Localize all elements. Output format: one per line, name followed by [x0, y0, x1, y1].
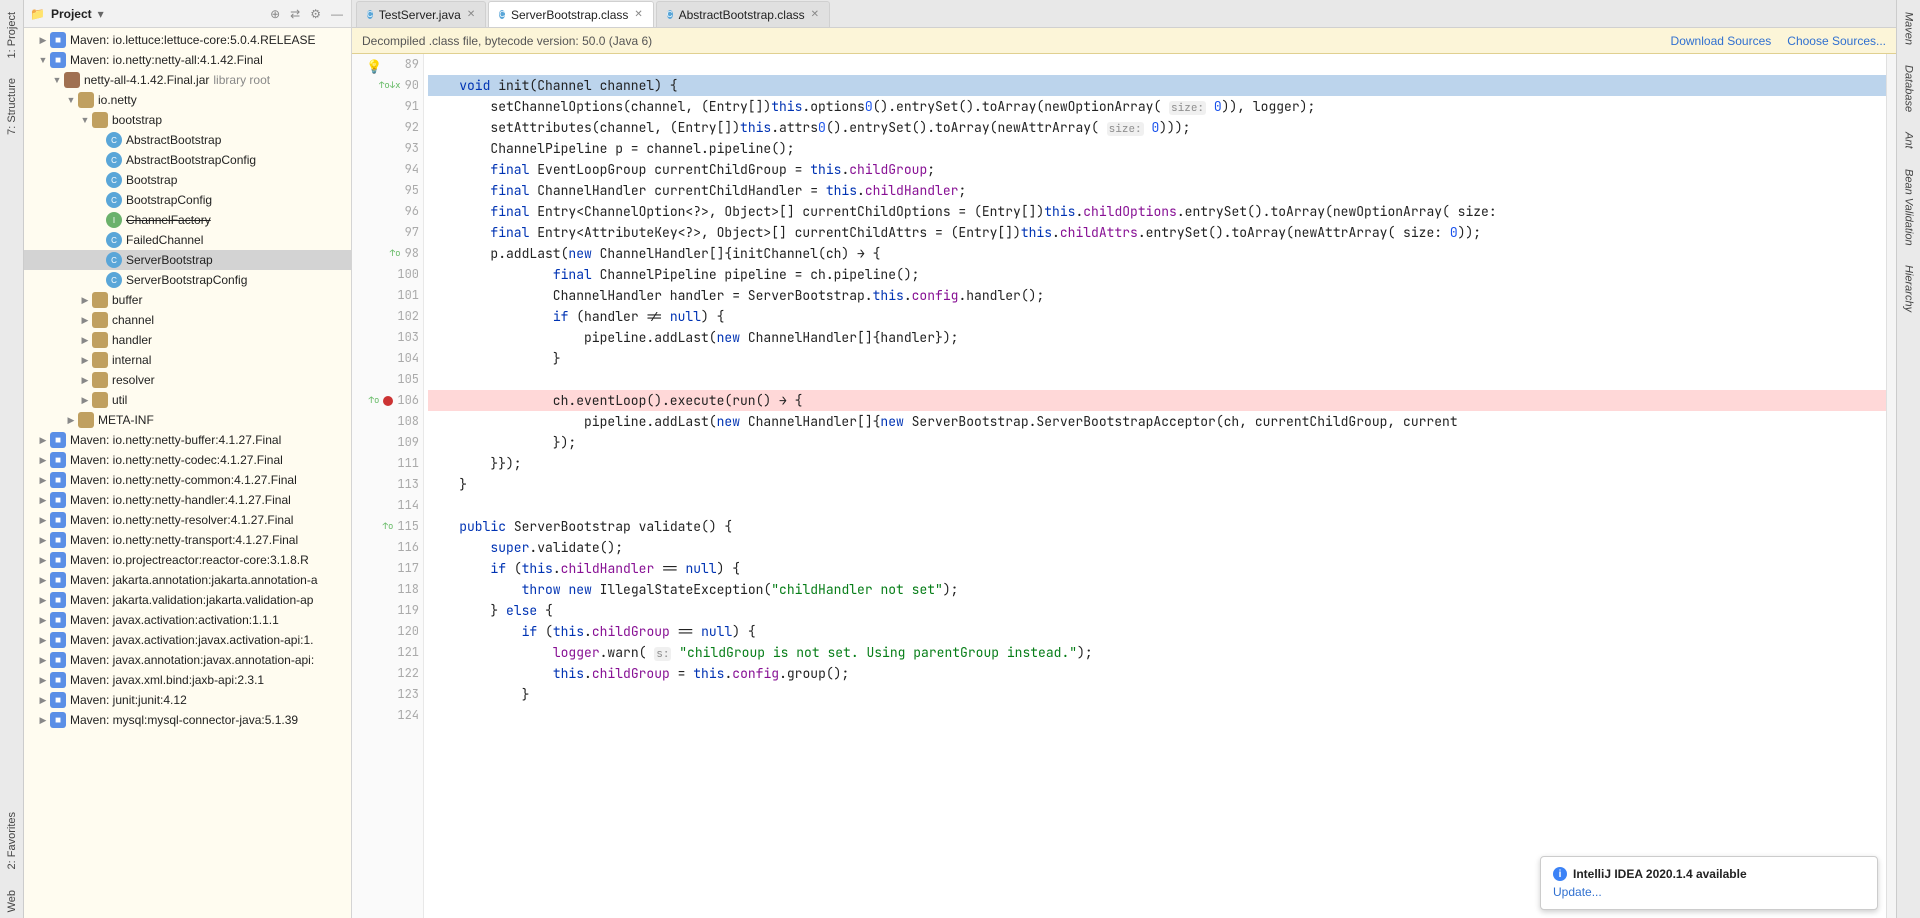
- project-dropdown-icon[interactable]: ▾: [98, 7, 104, 21]
- tree-item[interactable]: ▶■Maven: javax.xml.bind:jaxb-api:2.3.1: [24, 670, 351, 690]
- tree-item[interactable]: ▶internal: [24, 350, 351, 370]
- editor: CTestServer.java✕CServerBootstrap.class✕…: [352, 0, 1896, 918]
- left-tool-rail: 1: Project 7: Structure 2: Favorites Web: [0, 0, 24, 918]
- tree-item[interactable]: ▶■Maven: io.netty:netty-common:4.1.27.Fi…: [24, 470, 351, 490]
- project-folder-icon: 📁: [30, 7, 45, 21]
- tree-item[interactable]: CBootstrap: [24, 170, 351, 190]
- update-link[interactable]: Update...: [1553, 885, 1602, 899]
- tool-hierarchy[interactable]: Hierarchy: [1903, 259, 1915, 318]
- tree-item[interactable]: ▶channel: [24, 310, 351, 330]
- editor-tab[interactable]: CServerBootstrap.class✕: [488, 1, 654, 27]
- download-sources-link[interactable]: Download Sources: [1671, 34, 1772, 48]
- tree-item[interactable]: ▼netty-all-4.1.42.Final.jar library root: [24, 70, 351, 90]
- tool-maven[interactable]: Maven: [1903, 6, 1915, 51]
- tree-item[interactable]: CFailedChannel: [24, 230, 351, 250]
- tree-item[interactable]: ▶■Maven: io.netty:netty-codec:4.1.27.Fin…: [24, 450, 351, 470]
- editor-tab[interactable]: CTestServer.java✕: [356, 1, 486, 27]
- project-title: Project: [51, 7, 92, 21]
- tree-item[interactable]: CAbstractBootstrapConfig: [24, 150, 351, 170]
- tree-item[interactable]: ▶resolver: [24, 370, 351, 390]
- mini-map[interactable]: [1886, 54, 1896, 918]
- tree-item[interactable]: ▶■Maven: javax.annotation:javax.annotati…: [24, 650, 351, 670]
- tool-project[interactable]: 1: Project: [6, 6, 18, 64]
- tree-item[interactable]: ▶■Maven: jakarta.validation:jakarta.vali…: [24, 590, 351, 610]
- tree-item[interactable]: CServerBootstrapConfig: [24, 270, 351, 290]
- tree-item[interactable]: ▶■Maven: io.lettuce:lettuce-core:5.0.4.R…: [24, 30, 351, 50]
- tree-item[interactable]: ▶■Maven: jakarta.annotation:jakarta.anno…: [24, 570, 351, 590]
- tree-item[interactable]: CBootstrapConfig: [24, 190, 351, 210]
- gear-icon[interactable]: ⚙: [308, 5, 323, 23]
- tool-bean-validation[interactable]: Bean Validation: [1903, 163, 1915, 252]
- close-icon[interactable]: ✕: [634, 9, 642, 20]
- project-header: 📁 Project ▾ ⊕ ⇄ ⚙ —: [24, 0, 351, 28]
- notif-title: IntelliJ IDEA 2020.1.4 available: [1573, 867, 1747, 881]
- tree-item[interactable]: IChannelFactory: [24, 210, 351, 230]
- breakpoint-icon[interactable]: [383, 396, 393, 406]
- tree-item[interactable]: CAbstractBootstrap: [24, 130, 351, 150]
- gutter[interactable]: 89↑o↓x9091929394959697↑o9810010110210310…: [352, 54, 424, 918]
- project-tree[interactable]: ▶■Maven: io.lettuce:lettuce-core:5.0.4.R…: [24, 28, 351, 918]
- decompiled-banner: Decompiled .class file, bytecode version…: [352, 28, 1896, 54]
- tree-item[interactable]: ▶■Maven: javax.activation:javax.activati…: [24, 630, 351, 650]
- tree-item[interactable]: ▶■Maven: io.netty:netty-buffer:4.1.27.Fi…: [24, 430, 351, 450]
- tree-item[interactable]: ▶■Maven: io.netty:netty-resolver:4.1.27.…: [24, 510, 351, 530]
- tree-item[interactable]: ▼■Maven: io.netty:netty-all:4.1.42.Final: [24, 50, 351, 70]
- tool-structure[interactable]: 7: Structure: [6, 72, 18, 141]
- banner-text: Decompiled .class file, bytecode version…: [362, 34, 652, 48]
- tool-database[interactable]: Database: [1903, 59, 1915, 118]
- tree-item[interactable]: ▶■Maven: junit:junit:4.12: [24, 690, 351, 710]
- tree-item[interactable]: ▶■Maven: mysql:mysql-connector-java:5.1.…: [24, 710, 351, 730]
- tree-item[interactable]: ▶META-INF: [24, 410, 351, 430]
- tree-item[interactable]: ▼bootstrap: [24, 110, 351, 130]
- close-icon[interactable]: ✕: [811, 9, 819, 20]
- tree-item[interactable]: ▶■Maven: javax.activation:activation:1.1…: [24, 610, 351, 630]
- code-content[interactable]: 💡 void init(Channel channel) { setChanne…: [424, 54, 1886, 918]
- tree-item[interactable]: ▶handler: [24, 330, 351, 350]
- choose-sources-link[interactable]: Choose Sources...: [1787, 34, 1886, 48]
- editor-tab[interactable]: CAbstractBootstrap.class✕: [656, 1, 830, 27]
- tree-item[interactable]: ▶buffer: [24, 290, 351, 310]
- tool-favorites[interactable]: 2: Favorites: [6, 806, 18, 875]
- tool-ant[interactable]: Ant: [1903, 126, 1915, 155]
- close-icon[interactable]: ✕: [467, 9, 475, 20]
- tool-web[interactable]: Web: [6, 884, 18, 918]
- tree-item[interactable]: CServerBootstrap: [24, 250, 351, 270]
- tree-item[interactable]: ▼io.netty: [24, 90, 351, 110]
- project-panel: 📁 Project ▾ ⊕ ⇄ ⚙ — ▶■Maven: io.lettuce:…: [24, 0, 352, 918]
- collapse-icon[interactable]: ⊕: [268, 5, 282, 23]
- code-area: 89↑o↓x9091929394959697↑o9810010110210310…: [352, 54, 1896, 918]
- update-notification: i IntelliJ IDEA 2020.1.4 available Updat…: [1540, 856, 1878, 910]
- right-tool-rail: Maven Database Ant Bean Validation Hiera…: [1896, 0, 1920, 918]
- editor-tabs: CTestServer.java✕CServerBootstrap.class✕…: [352, 0, 1896, 28]
- tree-item[interactable]: ▶■Maven: io.netty:netty-handler:4.1.27.F…: [24, 490, 351, 510]
- tree-item[interactable]: ▶■Maven: io.netty:netty-transport:4.1.27…: [24, 530, 351, 550]
- hide-icon[interactable]: —: [329, 5, 345, 23]
- info-icon: i: [1553, 867, 1567, 881]
- tree-item[interactable]: ▶util: [24, 390, 351, 410]
- settings-icon[interactable]: ⇄: [288, 5, 302, 23]
- tree-item[interactable]: ▶■Maven: io.projectreactor:reactor-core:…: [24, 550, 351, 570]
